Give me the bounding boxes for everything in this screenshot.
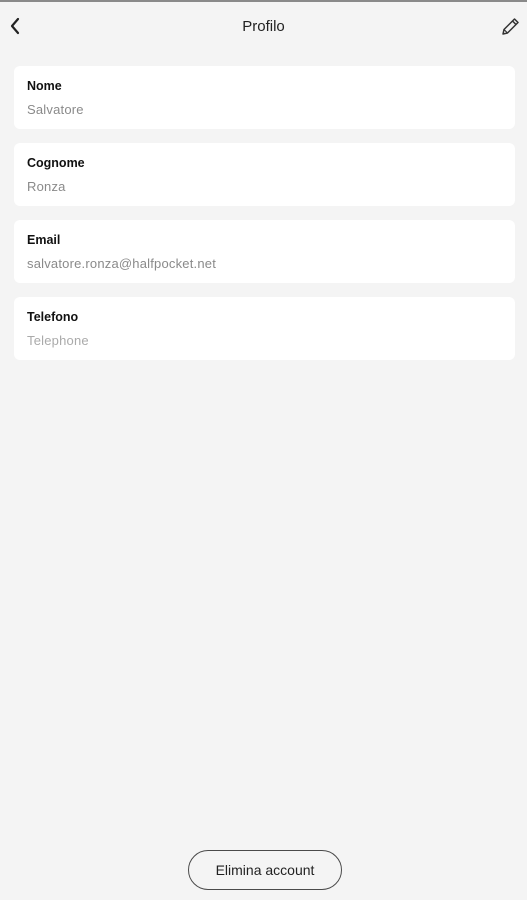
- profile-screen: Profilo Nome Salvatore Cognome Ronza Ema…: [0, 0, 527, 900]
- field-label: Email: [27, 233, 61, 247]
- field-value: Ronza: [27, 179, 66, 194]
- field-label: Telefono: [27, 310, 79, 324]
- field-label: Nome: [27, 79, 62, 93]
- header: Profilo: [0, 2, 527, 52]
- profile-fields: Nome Salvatore Cognome Ronza Email salva…: [14, 66, 515, 374]
- field-placeholder: Telephone: [27, 333, 89, 348]
- field-email[interactable]: Email salvatore.ronza@halfpocket.net: [14, 220, 515, 283]
- field-telefono[interactable]: Telefono Telephone: [14, 297, 515, 360]
- pencil-icon: [502, 18, 519, 35]
- field-cognome[interactable]: Cognome Ronza: [14, 143, 515, 206]
- field-value: Salvatore: [27, 102, 84, 117]
- page-title: Profilo: [242, 18, 285, 35]
- delete-account-button[interactable]: Elimina account: [188, 850, 342, 890]
- field-nome[interactable]: Nome Salvatore: [14, 66, 515, 129]
- field-label: Cognome: [27, 156, 85, 170]
- edit-button[interactable]: [498, 15, 522, 39]
- field-value: salvatore.ronza@halfpocket.net: [27, 256, 217, 271]
